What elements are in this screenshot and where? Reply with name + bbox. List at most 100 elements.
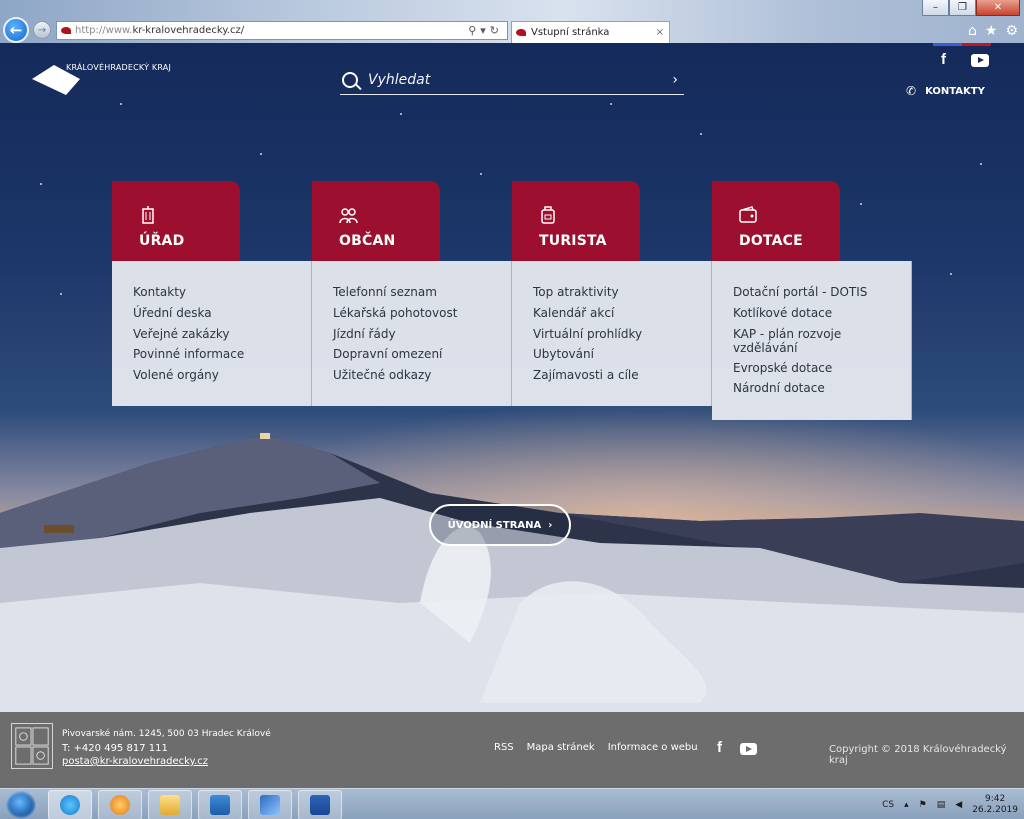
home-icon[interactable]: ⌂ <box>968 23 977 39</box>
menu-link[interactable]: Volené orgány <box>133 365 311 386</box>
youtube-color-strip <box>962 43 991 46</box>
flag-icon[interactable]: ⚑ <box>919 800 927 810</box>
youtube-icon[interactable] <box>971 54 989 67</box>
menu-link[interactable]: Jízdní řády <box>333 324 511 345</box>
arrow-right-icon: → <box>37 24 47 36</box>
internet-explorer-icon <box>60 795 80 815</box>
card-links-urad: Kontakty Úřední deska Veřejné zakázky Po… <box>112 261 312 406</box>
menu-link[interactable]: Kalendář akcí <box>533 303 711 324</box>
tab-vstupni-stranka[interactable]: Vstupní stránka × <box>511 21 670 43</box>
chevron-right-icon: › <box>548 519 553 531</box>
address-host: kr-kralovehradecky.cz/ <box>132 25 245 36</box>
windows-taskbar: CS ▴ ⚑ ▤ ◀ 9:42 26.2.2019 <box>0 788 1024 819</box>
search-icon <box>342 71 358 88</box>
menu-card-obcan: OBČAN Telefonní seznam Lékařská pohotovo… <box>312 181 512 406</box>
arrow-left-icon: ← <box>9 21 23 39</box>
taskbar-outlook[interactable] <box>198 790 242 819</box>
refresh-icon[interactable]: ↻ <box>490 24 503 37</box>
address-prefix: http://www. <box>75 25 133 36</box>
footer-email-link[interactable]: posta@kr-kralovehradecky.cz <box>62 755 271 769</box>
footer-link-about[interactable]: Informace o webu <box>608 742 698 753</box>
building-icon <box>142 206 154 224</box>
contacts-link[interactable]: ✆ KONTAKTY <box>906 84 985 98</box>
dropdown-icon[interactable]: ▾ <box>480 24 490 37</box>
tab-close-icon[interactable]: × <box>656 27 664 38</box>
forward-button[interactable]: → <box>33 21 51 39</box>
people-icon <box>339 208 358 224</box>
network-icon[interactable]: ▤ <box>937 800 946 810</box>
card-title: OBČAN <box>339 233 396 249</box>
search-icon[interactable]: ⚲ <box>468 24 480 37</box>
menu-link[interactable]: Evropské dotace <box>733 358 911 379</box>
homepage-button[interactable]: ÚVODNÍ STRANA › <box>429 504 571 546</box>
back-button[interactable]: ← <box>3 17 29 43</box>
language-indicator[interactable]: CS <box>882 800 894 810</box>
tab-favicon-icon <box>516 29 526 36</box>
facebook-color-strip <box>933 43 962 46</box>
menu-link[interactable]: Kontakty <box>133 282 311 303</box>
clock-date: 26.2.2019 <box>972 805 1018 815</box>
volume-icon[interactable]: ◀ <box>955 800 962 810</box>
menu-link[interactable]: Lékařská pohotovost <box>333 303 511 324</box>
taskbar-file-explorer[interactable] <box>148 790 192 819</box>
search-submit-icon[interactable]: › <box>672 72 678 88</box>
folder-icon <box>160 795 180 815</box>
menu-link[interactable]: Telefonní seznam <box>333 282 511 303</box>
menu-link[interactable]: Národní dotace <box>733 378 911 399</box>
menu-link[interactable]: Povinné informace <box>133 344 311 365</box>
star-icon[interactable]: ★ <box>985 23 998 39</box>
card-header-turista[interactable]: TURISTA <box>512 181 640 261</box>
show-hidden-icon[interactable]: ▴ <box>904 800 909 810</box>
coat-of-arms-icon <box>11 723 53 769</box>
browser-toolbar: ⌂ ★ ⚙ <box>968 23 1018 39</box>
menu-link[interactable]: Dopravní omezení <box>333 344 511 365</box>
outlook-icon <box>210 795 230 815</box>
facebook-icon[interactable]: f <box>941 51 946 68</box>
search-input[interactable] <box>368 71 658 88</box>
gear-icon[interactable]: ⚙ <box>1005 23 1018 39</box>
footer-contact: Pivovarské nám. 1245, 500 03 Hradec Král… <box>62 728 271 769</box>
pen-icon <box>260 795 280 815</box>
media-player-icon <box>110 795 130 815</box>
menu-link[interactable]: Zajímavosti a cíle <box>533 365 711 386</box>
maximize-button[interactable]: ❐ <box>949 0 976 16</box>
taskbar-word[interactable] <box>298 790 342 819</box>
system-tray: CS ▴ ⚑ ▤ ◀ 9:42 26.2.2019 <box>882 794 1018 816</box>
card-links-dotace: Dotační portál - DOTIS Kotlíkové dotace … <box>712 261 912 420</box>
youtube-icon[interactable] <box>740 743 757 755</box>
card-header-dotace[interactable]: DOTACE <box>712 181 840 261</box>
menu-link[interactable]: Virtuální prohlídky <box>533 324 711 345</box>
footer-link-rss[interactable]: RSS <box>494 742 514 753</box>
footer-address: Pivovarské nám. 1245, 500 03 Hradec Král… <box>62 729 271 739</box>
close-window-button[interactable]: ✕ <box>976 0 1020 16</box>
taskbar-internet-explorer[interactable] <box>48 790 92 819</box>
menu-link[interactable]: KAP - plán rozvoje vzdělávání <box>733 324 853 358</box>
card-title: ÚŘAD <box>139 233 185 249</box>
menu-link[interactable]: Veřejné zakázky <box>133 324 311 345</box>
address-tools[interactable]: ⚲▾↻ <box>468 24 503 37</box>
taskbar-media-player[interactable] <box>98 790 142 819</box>
start-button-icon[interactable] <box>6 791 36 819</box>
footer-links: RSS Mapa stránek Informace o webu <box>494 742 698 753</box>
menu-link[interactable]: Úřední deska <box>133 303 311 324</box>
menu-link[interactable]: Top atraktivity <box>533 282 711 303</box>
search-bar: › <box>340 65 684 95</box>
contacts-label: KONTAKTY <box>925 85 985 97</box>
site-favicon-icon <box>61 27 71 34</box>
menu-link[interactable]: Kotlíkové dotace <box>733 303 911 324</box>
address-bar[interactable]: http://www. kr-kralovehradecky.cz/ ⚲▾↻ <box>56 21 508 40</box>
menu-link[interactable]: Užitečné odkazy <box>333 365 511 386</box>
facebook-icon[interactable]: f <box>717 739 722 756</box>
brand-name[interactable]: KRÁLOVÉHRADECKÝ KRAJ <box>66 63 171 72</box>
menu-card-urad: ÚŘAD Kontakty Úřední deska Veřejné zakáz… <box>112 181 312 406</box>
clock[interactable]: 9:42 26.2.2019 <box>972 794 1018 816</box>
menu-link[interactable]: Dotační portál - DOTIS <box>733 282 911 303</box>
card-links-turista: Top atraktivity Kalendář akcí Virtuální … <box>512 261 712 406</box>
card-header-urad[interactable]: ÚŘAD <box>112 181 240 261</box>
taskbar-pen-app[interactable] <box>248 790 292 819</box>
minimize-button[interactable]: – <box>922 0 949 16</box>
card-header-obcan[interactable]: OBČAN <box>312 181 440 261</box>
footer-link-sitemap[interactable]: Mapa stránek <box>527 742 595 753</box>
menu-link[interactable]: Ubytování <box>533 344 711 365</box>
word-icon <box>310 795 330 815</box>
